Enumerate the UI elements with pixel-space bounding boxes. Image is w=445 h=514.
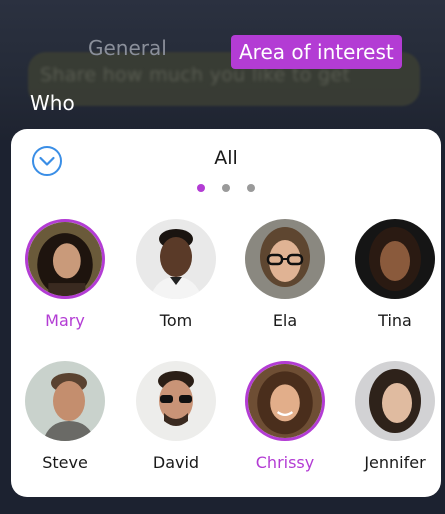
person-name: Tina xyxy=(378,311,412,330)
panel-title: All xyxy=(214,147,238,169)
person-chrissy[interactable]: Chrissy xyxy=(235,361,335,472)
portrait-photo xyxy=(245,219,325,299)
portrait-photo xyxy=(248,364,322,438)
avatar xyxy=(25,219,105,299)
person-name: Mary xyxy=(45,311,85,330)
person-name: Jennifer xyxy=(364,453,426,472)
person-name: Tom xyxy=(159,311,193,330)
person-tom[interactable]: Tom xyxy=(126,219,226,330)
portrait-photo xyxy=(355,361,435,441)
person-name: Ela xyxy=(272,311,298,330)
person-david[interactable]: David xyxy=(126,361,226,472)
people-picker-panel: All Mary Tom Ela Tina Steve David Chriss… xyxy=(11,129,441,497)
avatar xyxy=(136,219,216,299)
person-mary[interactable]: Mary xyxy=(15,219,115,330)
pagination-dot-2[interactable] xyxy=(222,184,230,192)
person-steve[interactable]: Steve xyxy=(15,361,115,472)
person-ela[interactable]: Ela xyxy=(235,219,335,330)
person-name: Steve xyxy=(42,453,88,472)
who-label: Who xyxy=(30,91,75,115)
avatar xyxy=(136,361,216,441)
portrait-photo xyxy=(355,219,435,299)
portrait-photo xyxy=(136,361,216,441)
tab-general[interactable]: General xyxy=(88,36,167,60)
avatar xyxy=(245,361,325,441)
person-jennifer[interactable]: Jennifer xyxy=(345,361,445,472)
pagination-dots xyxy=(11,184,441,194)
avatar xyxy=(355,361,435,441)
pagination-dot-1[interactable] xyxy=(197,184,205,192)
portrait-photo xyxy=(136,219,216,299)
avatar xyxy=(245,219,325,299)
portrait-photo xyxy=(28,222,102,296)
person-name: David xyxy=(152,453,200,472)
portrait-photo xyxy=(25,361,105,441)
avatar xyxy=(355,219,435,299)
tab-area-of-interest[interactable]: Area of interest xyxy=(231,35,402,69)
avatar xyxy=(25,361,105,441)
pagination-dot-3[interactable] xyxy=(247,184,255,192)
person-name: Chrissy xyxy=(255,453,315,472)
person-tina[interactable]: Tina xyxy=(345,219,445,330)
